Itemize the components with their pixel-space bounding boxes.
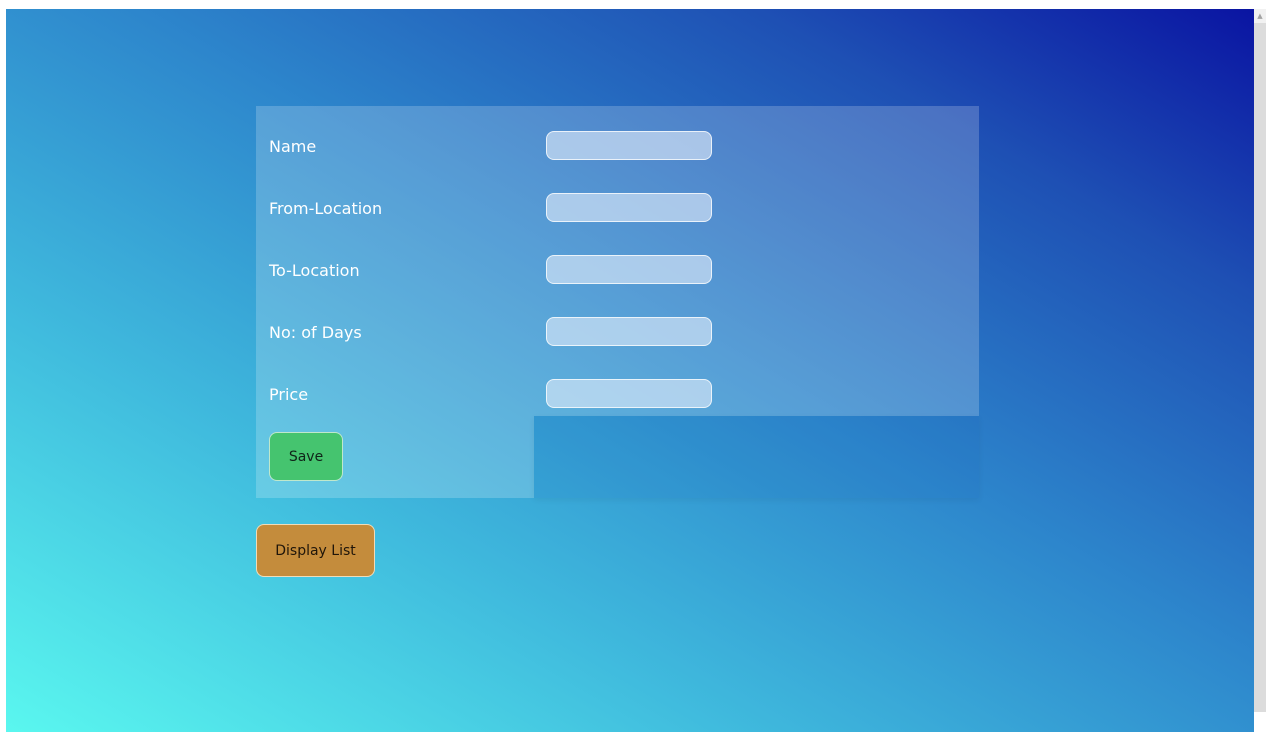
from-location-label: From-Location	[269, 199, 383, 218]
to-location-label: To-Location	[269, 261, 360, 280]
vertical-scrollbar[interactable]: ▲	[1254, 9, 1266, 712]
display-list-button[interactable]: Display List	[256, 524, 375, 577]
trip-form: Name From-Location To-Location No: of Da…	[256, 106, 979, 498]
days-input[interactable]	[546, 317, 712, 346]
scroll-up-icon[interactable]: ▲	[1254, 9, 1266, 23]
price-input[interactable]	[546, 379, 712, 408]
name-input[interactable]	[546, 131, 712, 160]
page-background: Name From-Location To-Location No: of Da…	[6, 9, 1254, 732]
to-location-input[interactable]	[546, 255, 712, 284]
save-button[interactable]: Save	[269, 432, 343, 481]
from-location-input[interactable]	[546, 193, 712, 222]
days-label: No: of Days	[269, 323, 362, 342]
price-label: Price	[269, 385, 309, 404]
name-label: Name	[269, 137, 317, 156]
form-card-bottom-right	[534, 416, 979, 498]
